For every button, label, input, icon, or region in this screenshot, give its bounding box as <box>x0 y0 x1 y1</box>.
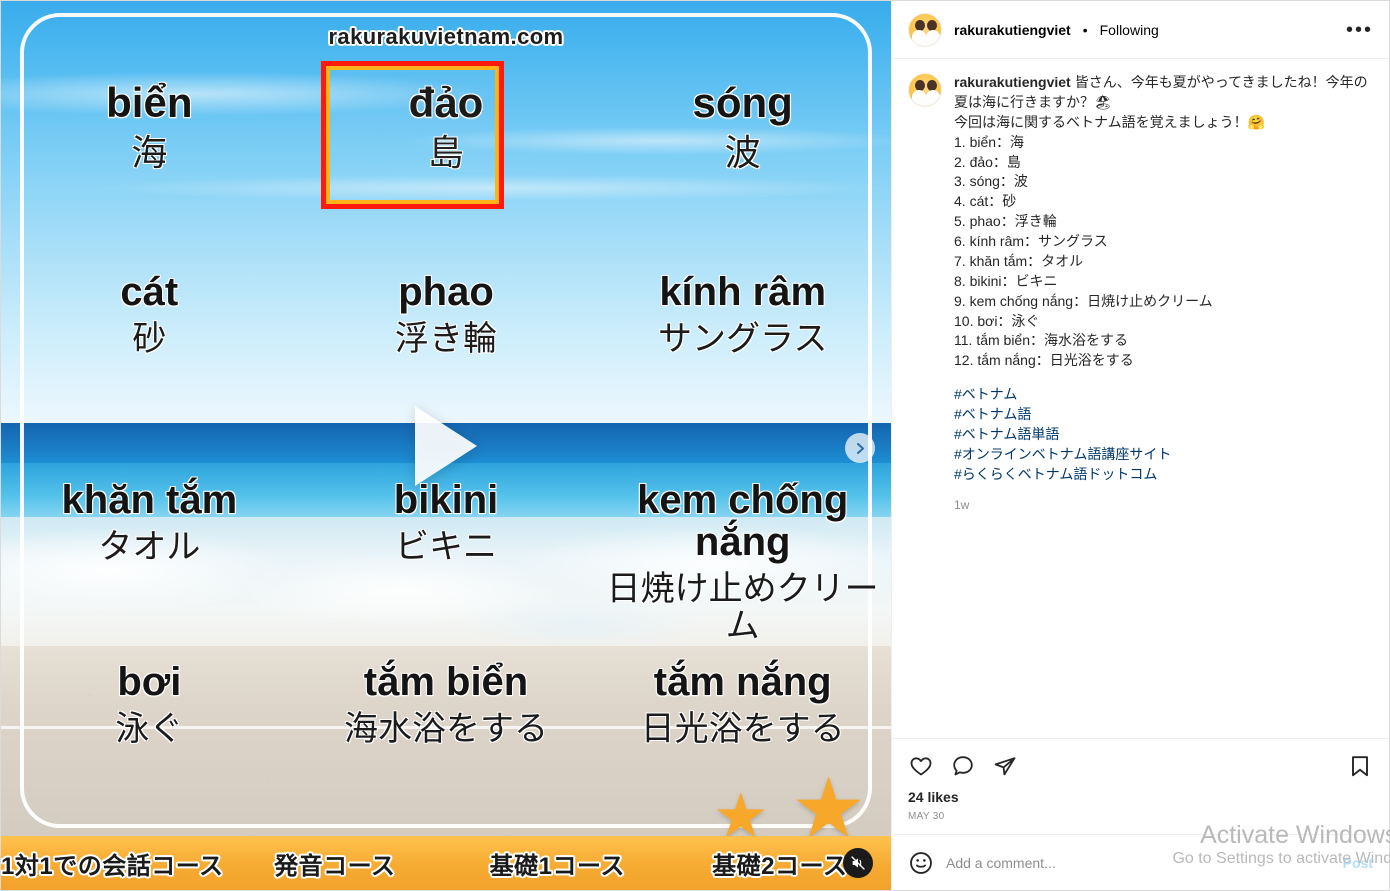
vocab-cell: cát 砂 <box>1 271 298 358</box>
comment-input[interactable] <box>946 854 1331 871</box>
caption-hashtag[interactable]: #らくらくベトナム語ドットコム <box>954 466 1157 482</box>
vocab-cell: kính râm サングラス <box>594 271 891 358</box>
caption-text: rakurakutiengviet 皆さん、今年も夏がやってきましたね！今年の夏は… <box>954 73 1373 514</box>
caption-intro-2: 今回は海に関するベトナム語を覚えましょう！🤗 <box>954 113 1266 130</box>
banner-item: 1対1での会話コース <box>1 852 224 880</box>
vocab-vi: cát <box>120 270 179 314</box>
vocab-vi: bơi <box>117 660 182 704</box>
likes-count[interactable]: 24 likes <box>908 781 1373 805</box>
caption-vocab-item: 9. kem chống nắng：日焼け止めクリーム <box>954 292 1213 309</box>
vocab-cell: khăn tắm タオル <box>1 479 298 646</box>
emoji-picker-button[interactable] <box>908 850 934 876</box>
vocab-cell: biển 海 <box>1 79 298 174</box>
comment-button[interactable] <box>950 753 976 779</box>
post-sidebar: rakurakutiengviet • Following ••• rakura… <box>891 1 1390 890</box>
post-date: MAY 30 <box>908 811 945 822</box>
caption-vocab-item: 3. sóng：波 <box>954 173 1028 190</box>
comment-icon <box>953 756 973 776</box>
caption-timestamp: 1w <box>954 497 970 512</box>
next-slide-button[interactable] <box>845 433 875 463</box>
vocab-row-2: cát 砂 phao 浮き輪 kính râm サングラス <box>1 271 891 358</box>
vocab-ja: 日焼け止めクリーム <box>606 570 879 646</box>
vocab-cell: tắm nắng 日光浴をする <box>594 661 891 748</box>
post-media[interactable]: rakurakuvietnam.com biển 海 đảo 島 sóng 波 … <box>1 1 891 890</box>
vocab-ja: ビキニ <box>395 528 497 566</box>
caption-area: rakurakutiengviet 皆さん、今年も夏がやってきましたね！今年の夏は… <box>892 59 1389 738</box>
vocab-vi: biển <box>106 79 193 126</box>
play-icon[interactable] <box>415 405 477 486</box>
share-icon <box>994 757 1016 776</box>
vocab-vi: phao <box>398 270 494 314</box>
caption-vocab-item: 6. kính râm：サングラス <box>954 233 1108 249</box>
caption-vocab-item: 7. khăn tắm：タオル <box>954 252 1084 269</box>
share-button[interactable] <box>992 753 1018 779</box>
caption-username[interactable]: rakurakutiengviet <box>954 74 1071 90</box>
heart-icon <box>910 757 932 776</box>
vocab-ja: タオル <box>98 528 201 566</box>
vocab-row-4: bơi 泳ぐ tắm biển 海水浴をする tắm nắng 日光浴をする <box>1 661 891 748</box>
caption-vocab-item: 1. biển：海 <box>954 133 1025 150</box>
post-header: rakurakutiengviet • Following ••• <box>892 1 1389 59</box>
vocab-ja: 浮き輪 <box>395 320 497 358</box>
caption-hashtag[interactable]: #ベトナム <box>954 386 1017 402</box>
banner-item: 発音コース <box>274 852 396 880</box>
vocab-ja: 日光浴をする <box>640 710 845 748</box>
caption-vocab-item: 10. bơi：泳ぐ <box>954 312 1040 329</box>
comment-bar: Post <box>892 834 1389 890</box>
caption-vocab-item: 5. phao：浮き輪 <box>954 213 1057 230</box>
site-url-label: rakurakuvietnam.com <box>328 24 564 49</box>
caption-vocab-item: 4. cát：砂 <box>954 193 1017 210</box>
course-banner: 1対1での会話コース 発音コース 基礎1コース 基礎2コース <box>1 836 891 890</box>
avatar[interactable] <box>908 12 942 47</box>
caption-vocab-item: 12. tắm nắng：日光浴をする <box>954 352 1134 369</box>
caption-hashtag[interactable]: #ベトナム語 <box>954 406 1031 422</box>
vocab-vi: tắm biển <box>363 660 529 704</box>
vocab-cell: kem chống nắng 日焼け止めクリーム <box>594 479 891 646</box>
chevron-right-icon <box>856 442 864 454</box>
action-row <box>908 747 1373 781</box>
vocab-cell: bikini ビキニ <box>298 479 595 646</box>
vocab-ja: 波 <box>724 132 761 174</box>
vocab-cell: sóng 波 <box>594 79 891 174</box>
post-comment-button[interactable]: Post <box>1343 855 1373 871</box>
vocab-ja: 砂 <box>132 320 167 358</box>
avatar[interactable] <box>908 73 942 107</box>
vocab-vi: khăn tắm <box>61 478 238 522</box>
vocab-cell: tắm biển 海水浴をする <box>298 661 595 748</box>
vocab-cell: phao 浮き輪 <box>298 271 595 358</box>
caption-vocab-item: 11. tắm biển：海水浴をする <box>954 332 1129 349</box>
vocab-vi: kem chống nắng <box>637 478 849 564</box>
save-button[interactable] <box>1347 753 1373 779</box>
caption-row: rakurakutiengviet 皆さん、今年も夏がやってきましたね！今年の夏は… <box>908 73 1373 514</box>
caption-vocab-item: 8. bikini：ビキニ <box>954 272 1058 289</box>
vocab-row-3: khăn tắm タオル bikini ビキニ kem chống nắng 日… <box>1 479 891 646</box>
like-button[interactable] <box>908 753 934 779</box>
vocab-ja: 泳ぐ <box>115 710 184 748</box>
header-separator: • <box>1082 21 1088 38</box>
emoji-icon <box>910 851 932 874</box>
mute-icon <box>851 856 865 870</box>
caption-vocab-item: 2. đảo：島 <box>954 153 1021 170</box>
vocab-ja: 海水浴をする <box>344 710 548 748</box>
vocab-cell: bơi 泳ぐ <box>1 661 298 748</box>
mute-toggle-button[interactable] <box>843 848 873 878</box>
vocab-vi: kính râm <box>659 270 827 314</box>
vocab-ja: サングラス <box>658 320 828 358</box>
banner-item: 基礎1コース <box>489 852 625 880</box>
vocab-vi: sóng <box>692 79 793 126</box>
header-username[interactable]: rakurakutiengviet <box>954 22 1071 38</box>
caption-hashtag[interactable]: #オンラインベトナム語講座サイト <box>954 446 1171 462</box>
following-button[interactable]: Following <box>1100 22 1159 38</box>
instagram-post: rakurakuvietnam.com biển 海 đảo 島 sóng 波 … <box>0 0 1390 891</box>
caption-hashtag[interactable]: #ベトナム語単語 <box>954 426 1059 442</box>
highlight-box-dao <box>321 61 504 209</box>
vocab-vi: tắm nắng <box>653 660 832 704</box>
vocab-ja: 海 <box>131 132 168 174</box>
post-actions: 24 likes MAY 30 <box>892 738 1389 834</box>
bookmark-icon <box>1352 756 1368 777</box>
more-options-icon[interactable]: ••• <box>1346 20 1373 40</box>
